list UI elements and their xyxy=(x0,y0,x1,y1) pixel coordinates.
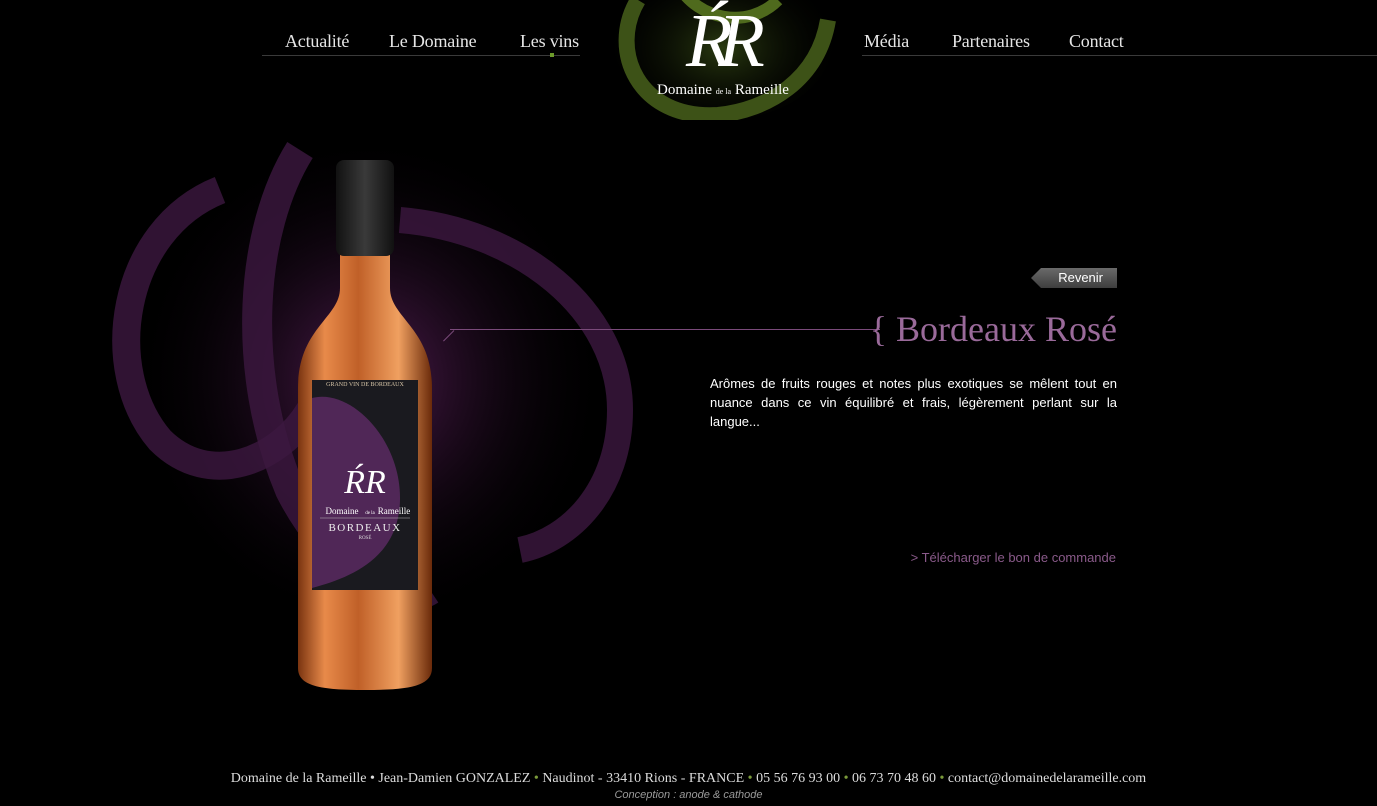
nav-contact[interactable]: Contact xyxy=(1069,31,1124,52)
nav-actualite[interactable]: Actualité xyxy=(285,31,349,52)
download-order-form-link[interactable]: > Télécharger le bon de commande xyxy=(911,550,1116,565)
logo-monogram: ŔR xyxy=(686,0,765,83)
logo-name-rameille: Rameille xyxy=(734,82,789,98)
back-button[interactable]: Revenir xyxy=(1031,268,1117,288)
wine-bottle-image: GRAND VIN DE BORDEAUX ŔR Domaine de la R… xyxy=(298,160,432,690)
footer-phone-1: 05 56 76 93 00 xyxy=(756,771,841,786)
nav-divider-left xyxy=(262,55,580,56)
logo-name[interactable]: Domaine de la Rameille xyxy=(657,82,789,99)
wine-title: { Bordeaux Rosé xyxy=(869,309,1117,349)
bottle-label-top: GRAND VIN DE BORDEAUX xyxy=(326,382,404,388)
footer-separator: • xyxy=(533,771,539,786)
nav-active-indicator xyxy=(550,53,554,57)
nav-partenaires[interactable]: Partenaires xyxy=(952,31,1030,52)
nav-le-domaine[interactable]: Le Domaine xyxy=(389,31,477,52)
footer-separator: • xyxy=(747,771,753,786)
bottle-label-appellation: BORDEAUX xyxy=(328,522,401,534)
footer-separator: • xyxy=(939,771,945,786)
bottle-label-name-rameille: Rameille xyxy=(378,506,411,516)
wine-description: Arômes de fruits rouges et notes plus ex… xyxy=(710,376,1117,429)
bottle-label-color: ROSÉ xyxy=(359,535,372,541)
nav-les-vins[interactable]: Les vins xyxy=(520,31,579,52)
bottle-label-monogram: ŔR xyxy=(343,464,386,501)
logo-name-main: Domaine xyxy=(657,82,712,98)
logo-name-particle: de la xyxy=(715,87,732,96)
nav-divider-right xyxy=(862,55,1377,56)
footer-separator: • xyxy=(843,771,849,786)
footer-contact: Domaine de la Rameille • Jean-Damien GON… xyxy=(0,771,1377,787)
footer-credits[interactable]: Conception : anode & cathode xyxy=(0,789,1377,801)
bottle-label-name-main: Domaine xyxy=(326,506,359,516)
bottle-label-name-particle: de la xyxy=(365,511,375,516)
footer-phone-2: 06 73 70 48 60 xyxy=(851,771,936,786)
footer-address: Naudinot - 33410 Rions - FRANCE xyxy=(542,771,745,786)
footer-company: Domaine de la Rameille xyxy=(230,771,367,786)
nav-media[interactable]: Média xyxy=(864,31,909,52)
footer-owner: Jean-Damien GONZALEZ xyxy=(378,771,531,786)
footer-email-link[interactable]: contact@domainedelarameille.com xyxy=(948,771,1146,786)
title-line xyxy=(450,329,880,330)
